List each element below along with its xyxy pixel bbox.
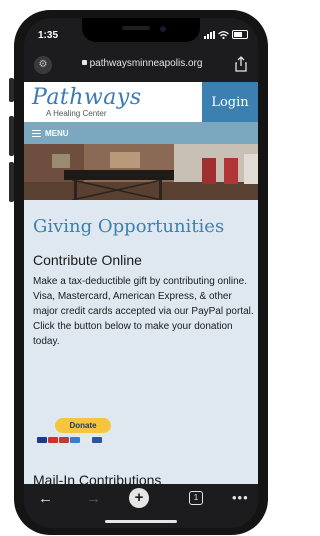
- phone-mute-button: [9, 78, 14, 102]
- forward-arrow-icon[interactable]: →: [86, 490, 101, 507]
- site-logo[interactable]: Pathways: [32, 85, 142, 110]
- hero-image: [24, 144, 258, 200]
- web-page: Pathways A Healing Center Login MENU Giv…: [24, 82, 258, 484]
- amex-card-icon: [70, 437, 80, 443]
- massage-room-photo: [24, 144, 258, 200]
- share-icon[interactable]: [234, 56, 248, 72]
- tabs-button[interactable]: 1: [189, 491, 203, 505]
- maestro-card-icon: [59, 437, 69, 443]
- discover-card-icon: [81, 437, 91, 443]
- battery-icon: [232, 30, 248, 39]
- back-arrow-icon[interactable]: ←: [38, 490, 53, 507]
- phone-screen: 1:35 ⚙ pathwaysminneapolis.org Pathways …: [24, 18, 258, 528]
- bank-card-icon: [92, 437, 102, 443]
- mastercard-icon: [48, 437, 58, 443]
- visa-card-icon: [37, 437, 47, 443]
- hamburger-icon: [32, 128, 41, 139]
- url-field[interactable]: pathwaysminneapolis.org: [64, 58, 220, 69]
- phone-volume-down-button: [9, 162, 14, 202]
- section-body-contribute-online: Make a tax-deductible gift by contributi…: [33, 276, 254, 347]
- site-tagline: A Healing Center: [46, 109, 107, 118]
- cellular-signal-icon: [204, 30, 215, 39]
- site-settings-icon[interactable]: ⚙: [34, 56, 52, 74]
- speaker-grille: [122, 26, 150, 30]
- site-header: Pathways A Healing Center Login: [24, 82, 258, 122]
- status-icons: [204, 30, 248, 39]
- main-content: Giving Opportunities Contribute Online M…: [24, 200, 258, 484]
- browser-toolbar: ← → + 1 •••: [24, 484, 258, 528]
- address-bar[interactable]: ⚙ pathwaysminneapolis.org: [24, 48, 258, 82]
- phone-volume-up-button: [9, 116, 14, 156]
- front-camera: [160, 26, 166, 32]
- credit-card-logos: [37, 437, 102, 443]
- wifi-icon: [218, 30, 229, 39]
- status-time: 1:35: [38, 30, 59, 41]
- menu-toggle[interactable]: MENU: [24, 122, 258, 144]
- notch: [82, 18, 200, 42]
- section-title-mail-in: Mail-In Contributions: [33, 472, 162, 484]
- ellipsis-icon[interactable]: •••: [232, 490, 249, 505]
- page-title: Giving Opportunities: [33, 216, 225, 237]
- home-indicator[interactable]: [105, 520, 177, 523]
- section-title-contribute-online: Contribute Online: [33, 252, 142, 268]
- lock-icon: [81, 60, 87, 65]
- menu-label: MENU: [45, 128, 69, 138]
- login-button[interactable]: Login: [202, 82, 258, 122]
- plus-icon[interactable]: +: [129, 488, 149, 508]
- paypal-donate-button[interactable]: Donate: [55, 418, 111, 433]
- url-text: pathwaysminneapolis.org: [89, 58, 203, 69]
